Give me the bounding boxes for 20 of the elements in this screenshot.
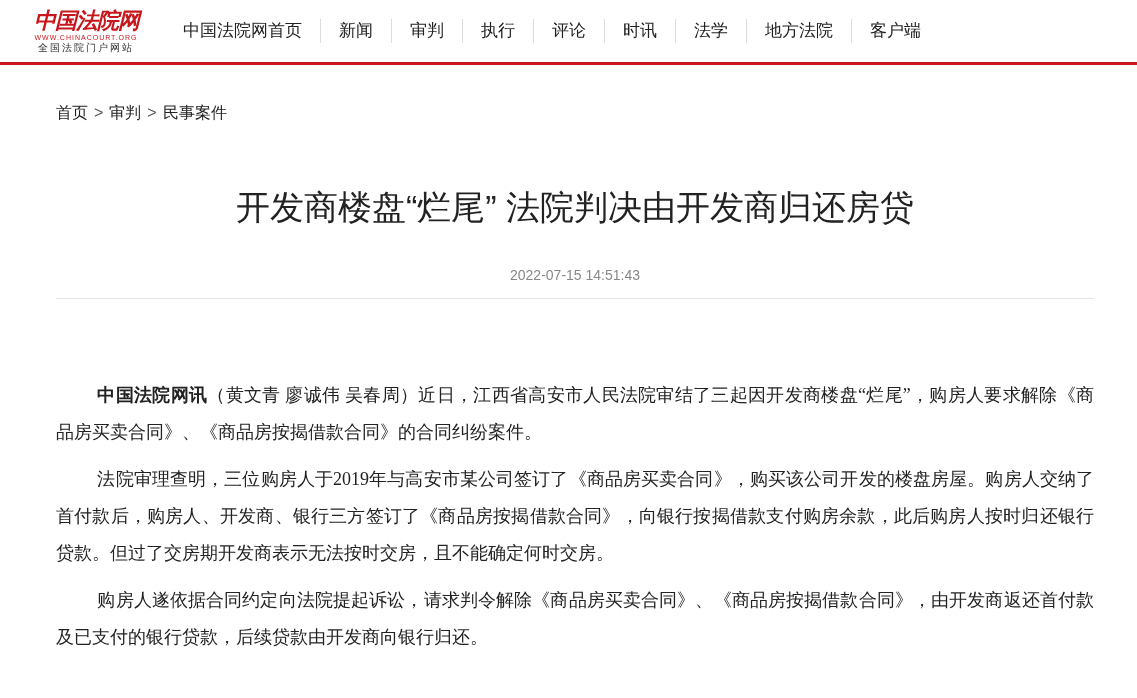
nav-link[interactable]: 客户端 [851,19,939,43]
nav-link[interactable]: 地方法院 [746,19,851,43]
nav-link[interactable]: 时讯 [604,19,675,43]
article-title: 开发商楼盘“烂尾” 法院判决由开发商归还房贷 [234,187,916,228]
nav-link[interactable]: 审判 [391,19,462,43]
nav-link[interactable]: 新闻 [320,19,391,43]
article-paragraph: 法院审理查明，三位购房人于2019年与高安市某公司签订了《商品房买卖合同》，购买该公司开发的楼盘房屋。购房人交纳了首付款后，购房人、开发商、银行三方签订了《商品房按揭借款合同》，向银行按揭借款支付购房余款，此后购房人按时归还银行贷款。但过了交房期开发商表示无法按时交房，且不能确定何时交房。 [56,468,1094,565]
breadcrumb-separator: > [94,103,104,123]
logo-tagline: 全国法院门户网站 [38,41,134,54]
article-paragraph: 中国法院网讯（黄文青 廖诚伟 吴春周）近日，江西省高安市人民法院审结了三起因开发商楼盘“烂尾”，购房人要求解除《商品房买卖合同》、《商品房按揭借款合同》的合同纠纷案件。 [56,384,1094,444]
nav-link[interactable]: 法学 [675,19,746,43]
publish-date: 2022-07-15 14:51:43 [509,266,641,285]
breadcrumb-link[interactable]: 民事案件 [162,101,227,125]
nav-link[interactable]: 评论 [533,19,604,43]
article-paragraph: 购房人遂依据合同约定向法院提起诉讼，请求判令解除《商品房买卖合同》、《商品房按揭借款合同》，由开发商返还首付款及已支付的银行贷款，后续贷款由开发商向银行归还。 [56,589,1094,649]
breadcrumb-separator: > [147,103,157,123]
nav-link[interactable]: 执行 [462,19,533,43]
breadcrumb-link[interactable]: 审判 [109,101,142,125]
nav-link[interactable]: 中国法院网首页 [183,19,320,43]
breadcrumb-link[interactable]: 首页 [56,101,88,125]
